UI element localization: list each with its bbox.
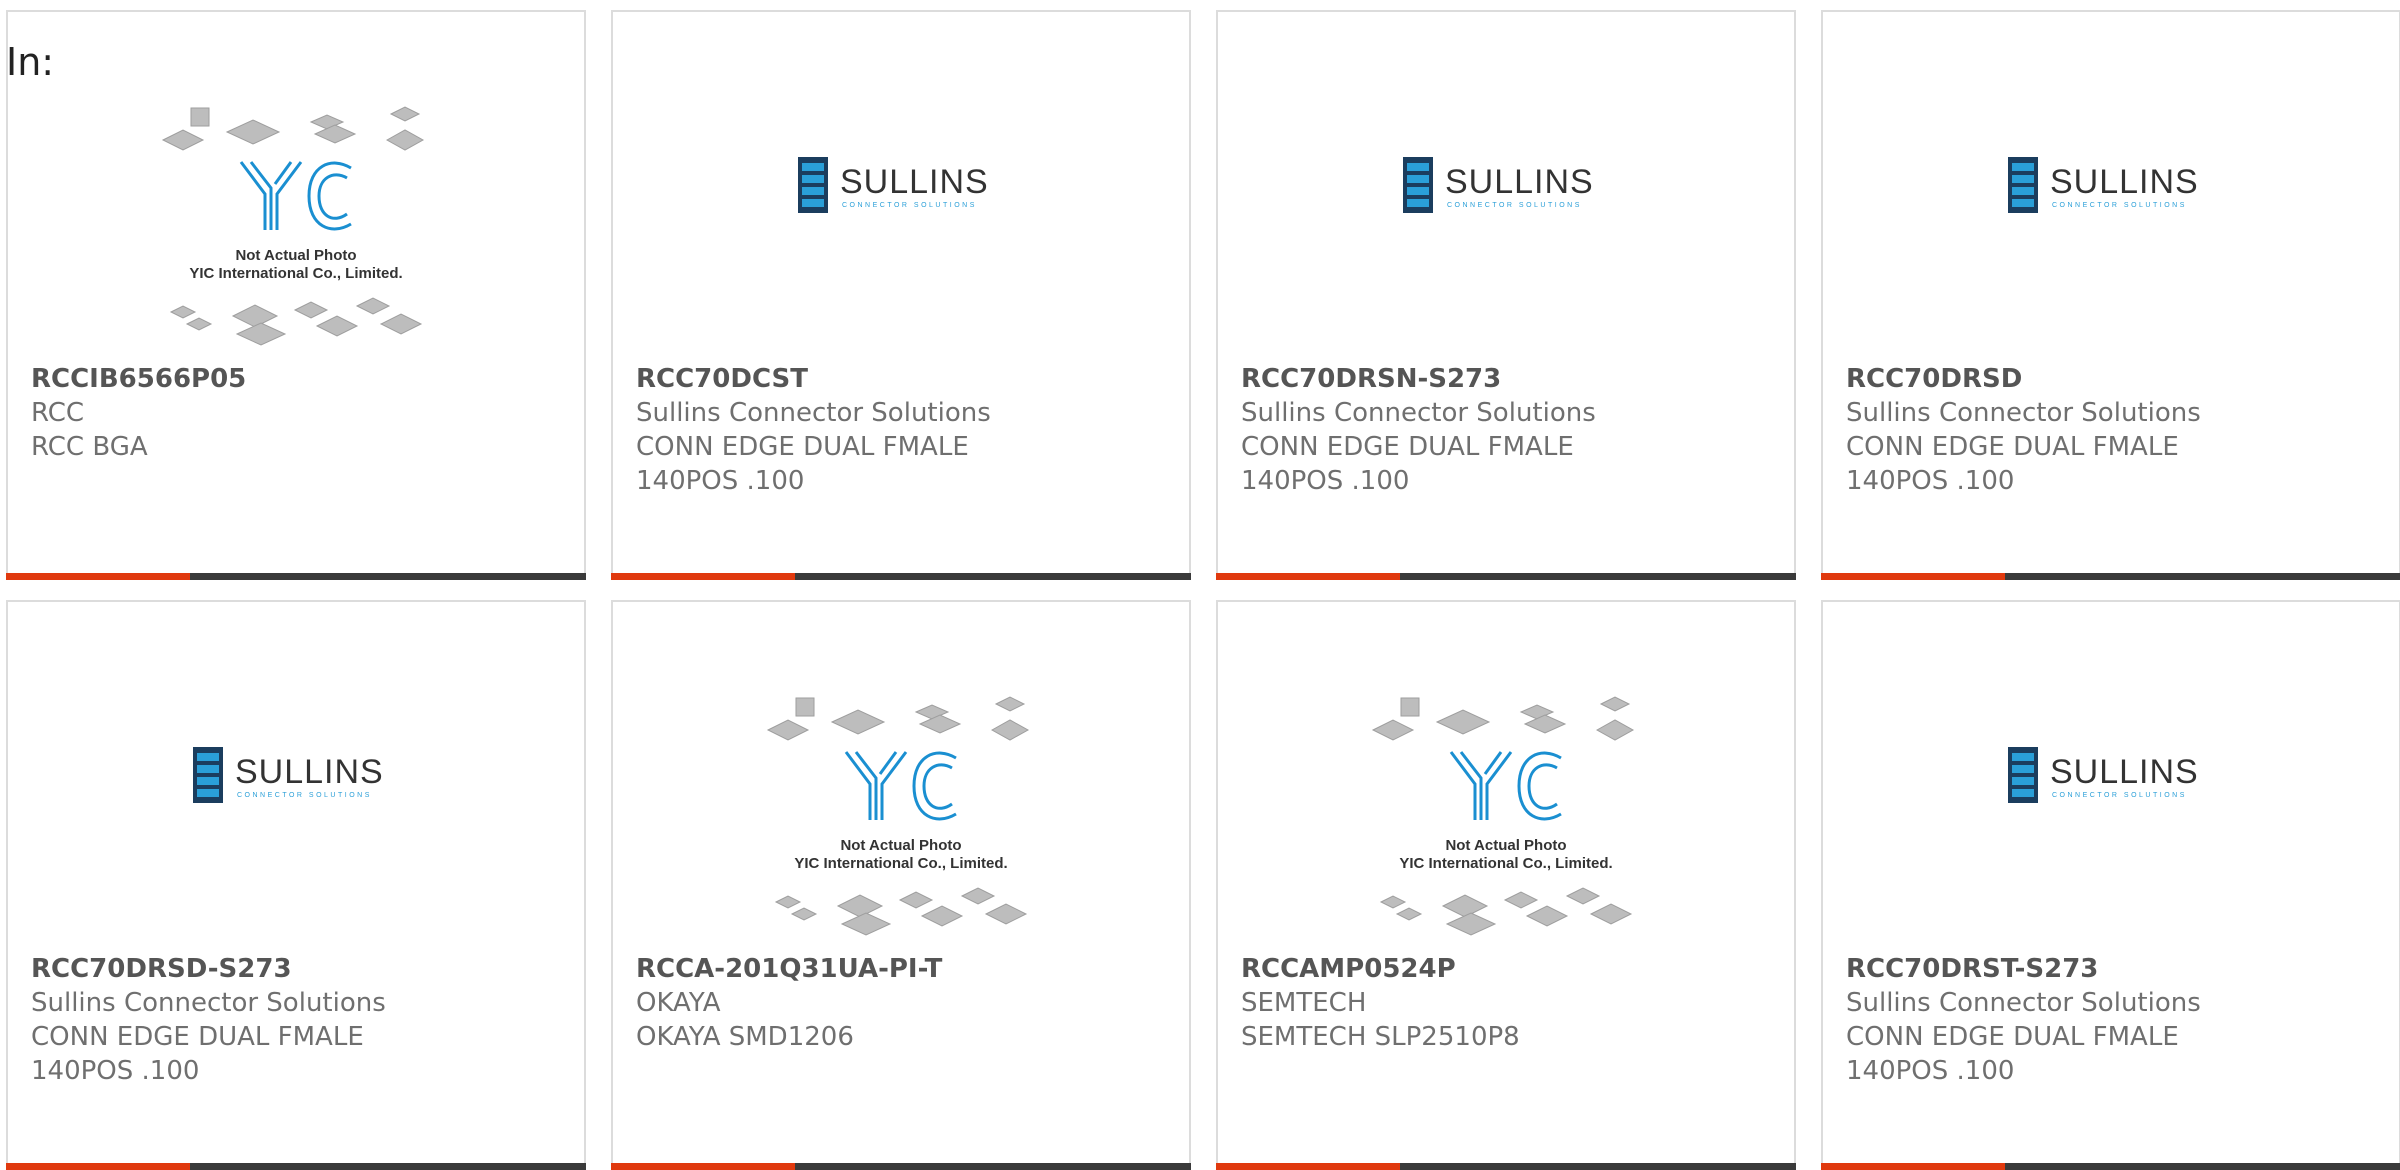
description-line: CONN EDGE DUAL FMALE — [1846, 1022, 2179, 1052]
sullins-brand: SULLINS — [2050, 163, 2199, 201]
description-line: CONN EDGE DUAL FMALE — [636, 432, 969, 462]
sullins-brand: SULLINS — [840, 163, 989, 201]
sullins-logo-image: SULLINS CONNECTOR SOLUTIONS — [193, 747, 384, 803]
yic-placeholder-image: Not Actual Photo YIC International Co., … — [1371, 696, 1635, 936]
product-info: RCCA-201Q31UA-PI-T OKAYA OKAYA SMD1206 — [636, 952, 1179, 1054]
product-card[interactable]: SULLINS CONNECTOR SOLUTIONS RCC70DRST-S2… — [1821, 600, 2400, 1170]
product-grid: Not Actual Photo YIC International Co., … — [0, 0, 2400, 1170]
card-bottom-bar — [6, 573, 586, 580]
product-info: RCC70DRSD-S273 Sullins Connector Solution… — [31, 952, 574, 1088]
sullins-tagline: CONNECTOR SOLUTIONS — [842, 202, 977, 209]
placeholder-line1: Not Actual Photo — [1445, 837, 1566, 854]
description-line: CONN EDGE DUAL FMALE — [1846, 432, 2179, 462]
product-card[interactable]: Not Actual Photo YIC International Co., … — [611, 600, 1191, 1170]
card-bottom-bar — [611, 573, 1191, 580]
placeholder-line2: YIC International Co., Limited. — [794, 855, 1007, 872]
manufacturer-name: Sullins Connector Solutions — [31, 988, 386, 1018]
product-info: RCC70DRST-S273 Sullins Connector Solution… — [1846, 952, 2389, 1088]
in-label: In: — [6, 40, 55, 84]
part-number-link[interactable]: RCC70DRST-S273 — [1846, 952, 2389, 986]
sullins-logo-image: SULLINS CONNECTOR SOLUTIONS — [2008, 157, 2199, 213]
card-accent-bar — [1216, 573, 1400, 580]
card-bottom-bar — [1821, 573, 2400, 580]
product-card[interactable]: Not Actual Photo YIC International Co., … — [6, 10, 586, 580]
sullins-brand: SULLINS — [235, 753, 384, 791]
part-number-link[interactable]: RCCA-201Q31UA-PI-T — [636, 952, 1179, 986]
card-bottom-bar — [1216, 573, 1796, 580]
product-info: RCC70DCST Sullins Connector Solutions CONN… — [636, 362, 1179, 498]
manufacturer-name: OKAYA — [636, 988, 721, 1018]
product-card[interactable]: SULLINS CONNECTOR SOLUTIONS RCC70DRSD-S2… — [6, 600, 586, 1170]
card-accent-bar — [611, 573, 795, 580]
part-number-link[interactable]: RCC70DRSD — [1846, 362, 2389, 396]
placeholder-line2: YIC International Co., Limited. — [1399, 855, 1612, 872]
placeholder-line1: Not Actual Photo — [235, 247, 356, 264]
sullins-tagline: CONNECTOR SOLUTIONS — [2052, 792, 2187, 799]
sullins-tagline: CONNECTOR SOLUTIONS — [1447, 202, 1582, 209]
description-line: 140POS .100 — [1241, 466, 1410, 496]
card-accent-bar — [6, 573, 190, 580]
part-number-link[interactable]: RCC70DCST — [636, 362, 1179, 396]
manufacturer-name: Sullins Connector Solutions — [1241, 398, 1596, 428]
part-number-link[interactable]: RCC70DRSD-S273 — [31, 952, 574, 986]
sullins-logo-image: SULLINS CONNECTOR SOLUTIONS — [2008, 747, 2199, 803]
product-info: RCCAMP0524P SEMTECH SEMTECH SLP2510P8 — [1241, 952, 1784, 1054]
description-line: 140POS .100 — [636, 466, 805, 496]
description-line: RCC BGA — [31, 432, 148, 462]
sullins-brand: SULLINS — [2050, 753, 2199, 791]
sullins-logo-image: SULLINS CONNECTOR SOLUTIONS — [798, 157, 989, 213]
manufacturer-name: Sullins Connector Solutions — [1846, 988, 2201, 1018]
sullins-logo-image: SULLINS CONNECTOR SOLUTIONS — [1403, 157, 1594, 213]
description-line: 140POS .100 — [31, 1056, 200, 1086]
manufacturer-name: SEMTECH — [1241, 988, 1367, 1018]
description-line: CONN EDGE DUAL FMALE — [31, 1022, 364, 1052]
product-card[interactable]: SULLINS CONNECTOR SOLUTIONS RCC70DCST Sul… — [611, 10, 1191, 580]
manufacturer-name: RCC — [31, 398, 85, 428]
yic-placeholder-image: Not Actual Photo YIC International Co., … — [766, 696, 1030, 936]
description-line: OKAYA SMD1206 — [636, 1022, 854, 1052]
sullins-tagline: CONNECTOR SOLUTIONS — [237, 792, 372, 799]
card-accent-bar — [1821, 573, 2005, 580]
part-number-link[interactable]: RCC70DRSN-S273 — [1241, 362, 1784, 396]
description-line: 140POS .100 — [1846, 1056, 2015, 1086]
placeholder-line2: YIC International Co., Limited. — [189, 265, 402, 282]
product-info: RCC70DRSD Sullins Connector Solutions CONN… — [1846, 362, 2389, 498]
manufacturer-name: Sullins Connector Solutions — [1846, 398, 2201, 428]
description-line: CONN EDGE DUAL FMALE — [1241, 432, 1574, 462]
manufacturer-name: Sullins Connector Solutions — [636, 398, 991, 428]
part-number-link[interactable]: RCCIB6566P05 — [31, 362, 574, 396]
product-info: RCCIB6566P05 RCC RCC BGA — [31, 362, 574, 464]
sullins-tagline: CONNECTOR SOLUTIONS — [2052, 202, 2187, 209]
product-card[interactable]: Not Actual Photo YIC International Co., … — [1216, 600, 1796, 1170]
placeholder-line1: Not Actual Photo — [840, 837, 961, 854]
yic-placeholder-image: Not Actual Photo YIC International Co., … — [161, 106, 425, 346]
product-info: RCC70DRSN-S273 Sullins Connector Solution… — [1241, 362, 1784, 498]
sullins-brand: SULLINS — [1445, 163, 1594, 201]
description-line: 140POS .100 — [1846, 466, 2015, 496]
description-line: SEMTECH SLP2510P8 — [1241, 1022, 1520, 1052]
product-card[interactable]: SULLINS CONNECTOR SOLUTIONS RCC70DRSD Sul… — [1821, 10, 2400, 580]
product-card[interactable]: SULLINS CONNECTOR SOLUTIONS RCC70DRSN-S2… — [1216, 10, 1796, 580]
part-number-link[interactable]: RCCAMP0524P — [1241, 952, 1784, 986]
